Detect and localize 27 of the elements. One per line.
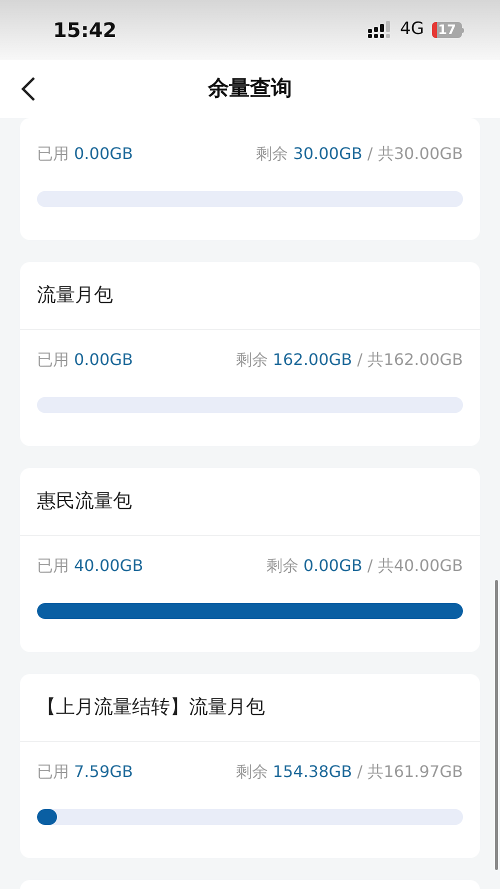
total-value: / 共40.00GB <box>367 555 463 577</box>
network-label: 4G <box>400 18 424 42</box>
remaining-value: 154.38GB <box>272 761 352 783</box>
package-title: 惠民流量包 <box>37 489 132 514</box>
battery-icon: 17 <box>432 22 464 38</box>
remaining-value: 30.00GB <box>293 143 362 165</box>
page-title: 余量查询 <box>208 75 292 102</box>
used-label: 已用 <box>37 349 69 371</box>
used-value: 0.00GB <box>74 349 133 371</box>
remaining-label: 剩余 <box>266 555 298 577</box>
total-value: / 共162.00GB <box>357 349 463 371</box>
used-value: 7.59GB <box>74 761 133 783</box>
remaining-label: 剩余 <box>256 143 288 165</box>
package-title: 【上月流量结转】流量月包 <box>37 695 265 720</box>
used-value: 0.00GB <box>74 143 133 165</box>
used-value: 40.00GB <box>74 555 144 577</box>
total-value: / 共161.97GB <box>357 761 463 783</box>
remaining-label: 剩余 <box>236 349 268 371</box>
total-value: / 共30.00GB <box>367 143 463 165</box>
used-label: 已用 <box>37 555 69 577</box>
status-time: 15:42 <box>53 17 117 44</box>
used-label: 已用 <box>37 143 69 165</box>
remaining-value: 162.00GB <box>272 349 352 371</box>
remaining-label: 剩余 <box>236 761 268 783</box>
remaining-value: 0.00GB <box>303 555 362 577</box>
used-label: 已用 <box>37 761 69 783</box>
package-title: 流量月包 <box>37 283 113 308</box>
